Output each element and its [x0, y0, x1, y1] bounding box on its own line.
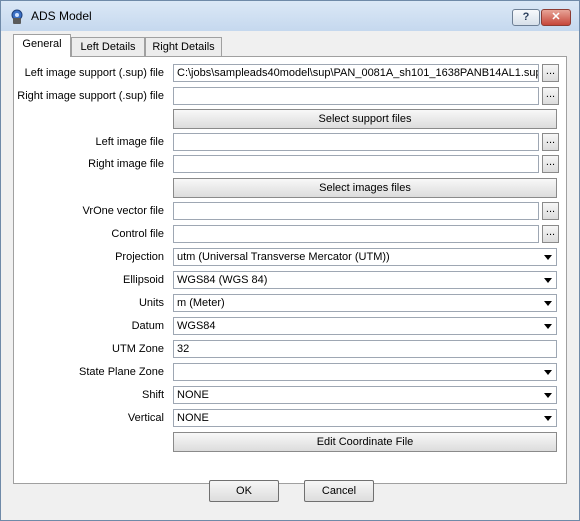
datum-value: WGS84: [177, 320, 216, 332]
projection-dropdown-arrow-icon[interactable]: [541, 250, 555, 264]
units-label: Units: [138, 297, 164, 309]
right-image-label: Right image file: [88, 158, 164, 170]
left-image-browse-button[interactable]: ...: [542, 133, 559, 151]
state-plane-zone-label: State Plane Zone: [78, 366, 164, 378]
title-bar[interactable]: ADS Model ? ✕: [1, 1, 579, 31]
datum-select[interactable]: WGS84: [173, 317, 557, 335]
shift-value: NONE: [177, 389, 209, 401]
right-support-field[interactable]: [173, 87, 539, 105]
ellipsoid-value: WGS84 (WGS 84): [177, 274, 268, 286]
left-image-label: Left image file: [95, 136, 164, 148]
right-image-field[interactable]: [173, 155, 539, 173]
vertical-select[interactable]: NONE: [173, 409, 557, 427]
general-panel: Left image support (.sup) file C:\jobs\s…: [13, 56, 567, 484]
app-icon: [11, 9, 23, 24]
left-image-field[interactable]: [173, 133, 539, 151]
control-file-browse-button[interactable]: ...: [542, 225, 559, 243]
control-file-field[interactable]: [173, 225, 539, 243]
units-select[interactable]: m (Meter): [173, 294, 557, 312]
window-title: ADS Model: [31, 9, 92, 23]
projection-select[interactable]: utm (Universal Transverse Mercator (UTM)…: [173, 248, 557, 266]
right-support-browse-button[interactable]: ...: [542, 87, 559, 105]
cancel-button[interactable]: Cancel: [304, 480, 374, 502]
left-support-field[interactable]: C:\jobs\sampleads40model\sup\PAN_0081A_s…: [173, 64, 539, 82]
tab-left-details[interactable]: Left Details: [71, 37, 145, 56]
ads-model-dialog: ADS Model ? ✕ General Left Details Right…: [0, 0, 580, 521]
ellipsoid-label: Ellipsoid: [123, 274, 164, 286]
datum-label: Datum: [131, 320, 164, 332]
vertical-value: NONE: [177, 412, 209, 424]
right-support-label: Right image support (.sup) file: [17, 90, 164, 102]
vrone-vector-browse-button[interactable]: ...: [542, 202, 559, 220]
utm-zone-field[interactable]: 32: [173, 340, 557, 358]
state-plane-zone-dropdown-arrow-icon[interactable]: [541, 365, 555, 379]
close-button[interactable]: ✕: [541, 9, 571, 26]
left-support-label: Left image support (.sup) file: [24, 67, 164, 79]
help-button[interactable]: ?: [512, 9, 540, 26]
vrone-vector-field[interactable]: [173, 202, 539, 220]
vertical-label: Vertical: [127, 412, 164, 424]
units-value: m (Meter): [177, 297, 225, 309]
select-support-files-button[interactable]: Select support files: [173, 109, 557, 129]
ellipsoid-dropdown-arrow-icon[interactable]: [541, 273, 555, 287]
shift-label: Shift: [141, 389, 164, 401]
utm-zone-label: UTM Zone: [112, 343, 164, 355]
state-plane-zone-select[interactable]: [173, 363, 557, 381]
select-images-files-button[interactable]: Select images files: [173, 178, 557, 198]
edit-coordinate-file-button[interactable]: Edit Coordinate File: [173, 432, 557, 452]
units-dropdown-arrow-icon[interactable]: [541, 296, 555, 310]
projection-value: utm (Universal Transverse Mercator (UTM)…: [177, 251, 390, 263]
ellipsoid-select[interactable]: WGS84 (WGS 84): [173, 271, 557, 289]
control-file-label: Control file: [111, 228, 164, 240]
projection-label: Projection: [115, 251, 164, 263]
tab-right-details[interactable]: Right Details: [145, 37, 222, 56]
shift-dropdown-arrow-icon[interactable]: [541, 388, 555, 402]
datum-dropdown-arrow-icon[interactable]: [541, 319, 555, 333]
dialog-client: General Left Details Right Details Left …: [8, 31, 572, 514]
shift-select[interactable]: NONE: [173, 386, 557, 404]
vrone-vector-label: VrOne vector file: [82, 205, 164, 217]
right-image-browse-button[interactable]: ...: [542, 155, 559, 173]
left-support-browse-button[interactable]: ...: [542, 64, 559, 82]
tab-general[interactable]: General: [13, 34, 71, 57]
vertical-dropdown-arrow-icon[interactable]: [541, 411, 555, 425]
ok-button[interactable]: OK: [209, 480, 279, 502]
